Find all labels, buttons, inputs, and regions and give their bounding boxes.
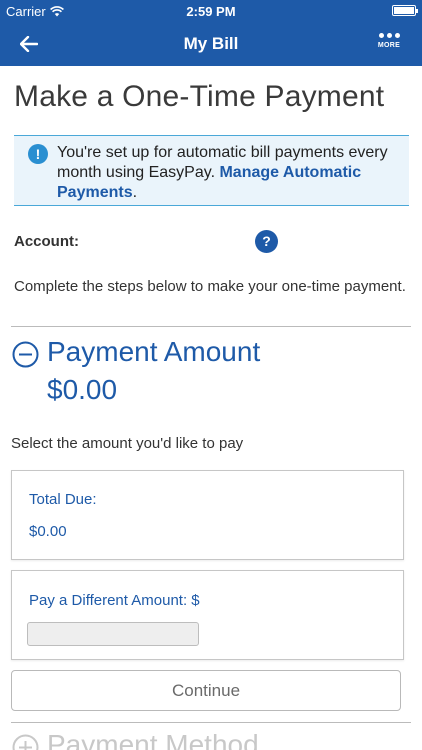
nav-title: My Bill — [183, 34, 239, 53]
total-due-option[interactable]: Total Due: $0.00 — [11, 470, 404, 560]
payment-amount-title[interactable]: Payment Amount — [47, 336, 260, 368]
banner-text: You're set up for automatic bill payment… — [57, 143, 397, 203]
select-amount-label: Select the amount you'd like to pay — [11, 435, 244, 452]
divider — [11, 722, 411, 723]
different-amount-label: Pay a Different Amount: $ — [29, 592, 200, 609]
continue-button[interactable]: Continue — [11, 670, 401, 711]
page-title: Make a One-Time Payment — [14, 80, 385, 113]
different-amount-option[interactable]: Pay a Different Amount: $ — [11, 570, 404, 660]
different-amount-input[interactable] — [27, 622, 199, 646]
account-label: Account: — [14, 233, 79, 250]
total-due-label: Total Due: — [29, 491, 97, 508]
divider — [11, 326, 411, 327]
banner-suffix: . — [132, 184, 138, 201]
battery-icon — [392, 5, 418, 16]
more-label: MORE — [377, 42, 401, 49]
collapse-icon[interactable] — [12, 341, 39, 368]
help-icon[interactable]: ? — [255, 230, 278, 253]
total-due-value: $0.00 — [29, 523, 67, 540]
payment-amount-value: $0.00 — [47, 374, 118, 405]
easypay-banner: ! You're set up for automatic bill payme… — [14, 135, 409, 206]
status-time: 2:59 PM — [186, 4, 236, 19]
more-button[interactable]: MORE — [374, 30, 404, 60]
status-bar: Carrier 2:59 PM — [0, 0, 422, 22]
more-icon — [374, 33, 404, 38]
expand-icon[interactable] — [12, 734, 39, 750]
info-icon: ! — [28, 144, 48, 164]
steps-instructions: Complete the steps below to make your on… — [14, 278, 406, 295]
payment-method-title[interactable]: Payment Method — [47, 729, 259, 750]
nav-bar: My Bill MORE — [0, 22, 422, 66]
